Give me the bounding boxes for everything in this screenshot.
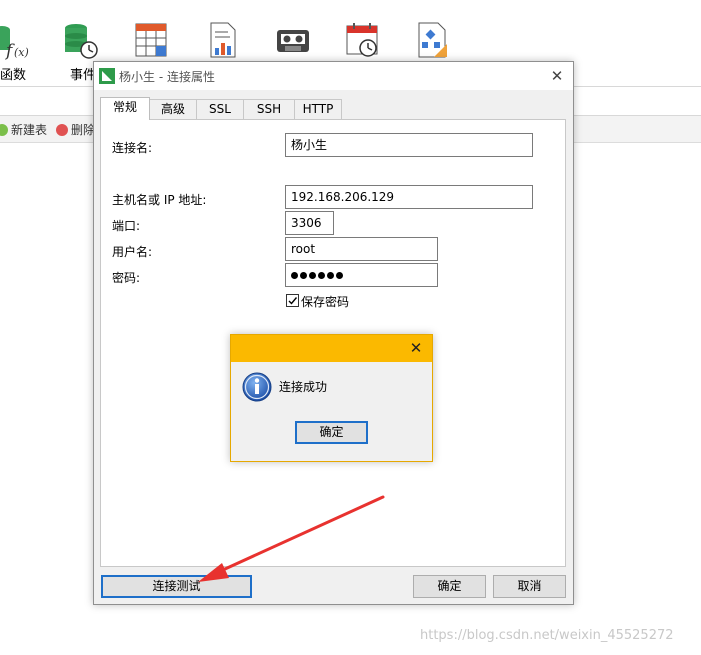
- svg-text:(x): (x): [14, 46, 29, 59]
- username-label: 用户名:: [112, 245, 153, 259]
- port-field[interactable]: 3306: [285, 211, 334, 235]
- password-label: 密码:: [112, 271, 141, 285]
- password-mask-dot: [318, 272, 325, 279]
- username-field[interactable]: root: [285, 237, 438, 261]
- schedule-icon: [346, 23, 378, 57]
- port-label: 端口:: [112, 219, 141, 233]
- password-mask-dot: [291, 272, 298, 279]
- backup-icon: [277, 30, 309, 52]
- close-icon[interactable]: ✕: [547, 66, 567, 86]
- delete-icon: [56, 124, 68, 136]
- tab-http[interactable]: HTTP: [294, 99, 342, 119]
- tab-ssl[interactable]: SSL: [196, 99, 244, 119]
- report-icon: [210, 22, 236, 58]
- host-label: 主机名或 IP 地址:: [112, 193, 207, 207]
- connection-name-label: 连接名:: [112, 141, 153, 155]
- messagebox-ok-button[interactable]: 确定: [295, 421, 368, 444]
- model-icon: [418, 22, 447, 58]
- close-icon[interactable]: ✕: [406, 338, 426, 358]
- tab-general[interactable]: 常规: [100, 97, 150, 120]
- password-mask-dot: [309, 272, 316, 279]
- watermark-text: https://blog.csdn.net/weixin_45525272: [420, 628, 674, 643]
- save-password-checkbox[interactable]: [286, 294, 299, 307]
- new-table-button[interactable]: 新建表: [0, 121, 47, 138]
- new-table-label: 新建表: [11, 123, 48, 137]
- add-icon: [0, 124, 8, 136]
- password-field[interactable]: [285, 263, 438, 287]
- delete-button[interactable]: 删除: [56, 121, 95, 138]
- toolbar-item-function[interactable]: f (x) 函数: [0, 0, 52, 86]
- tab-ssh[interactable]: SSH: [243, 99, 295, 119]
- test-connection-button[interactable]: 连接测试: [101, 575, 252, 598]
- tab-advanced[interactable]: 高级: [149, 99, 197, 119]
- toolbar-label-function: 函数: [0, 68, 27, 83]
- password-mask-dot: [300, 272, 307, 279]
- table-icon: [135, 23, 167, 57]
- password-mask-dot: [336, 272, 343, 279]
- connection-name-field[interactable]: 杨小生: [285, 133, 533, 157]
- function-icon: f (x): [0, 26, 29, 61]
- messagebox-text: 连接成功: [279, 380, 328, 394]
- messagebox-title-bar[interactable]: ✕: [231, 335, 432, 362]
- password-mask-dot: [327, 272, 334, 279]
- cancel-button[interactable]: 取消: [493, 575, 566, 598]
- connection-success-messagebox: ✕ 连接成功 确定: [230, 334, 433, 462]
- event-icon: [65, 24, 98, 59]
- checkmark-icon: [288, 297, 298, 305]
- save-password-label[interactable]: 保存密码: [301, 293, 349, 310]
- connection-properties-dialog: 杨小生 - 连接属性 ✕ 常规 高级 SSL SSH HTTP 连接名: 杨小生…: [93, 61, 574, 605]
- dialog-title-bar[interactable]: 杨小生 - 连接属性 ✕: [94, 62, 573, 90]
- ok-button[interactable]: 确定: [413, 575, 486, 598]
- info-icon: [242, 372, 272, 402]
- host-field[interactable]: 192.168.206.129: [285, 185, 533, 209]
- dialog-title: 杨小生 - 连接属性: [119, 70, 215, 84]
- delete-label: 删除: [71, 123, 96, 137]
- navicat-app-icon: [99, 68, 115, 84]
